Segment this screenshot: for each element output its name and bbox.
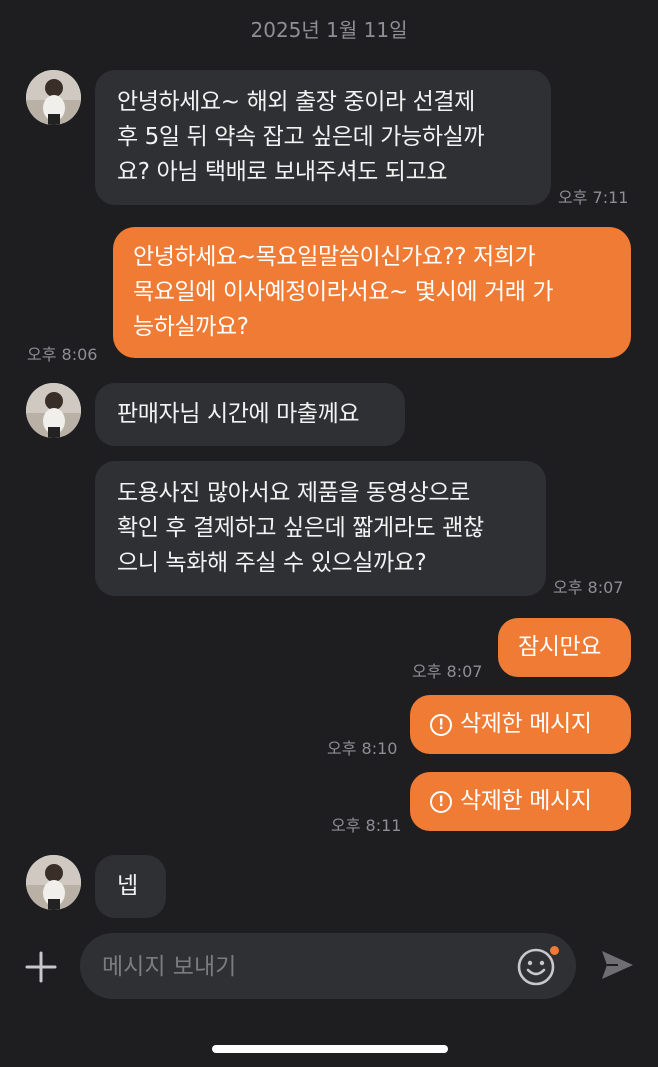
message-line: 목요일에 이사예정이라서요~ 몇시에 거래 가 [133, 279, 554, 305]
message-timestamp: 오후 8:11 [331, 816, 402, 835]
message-line: 삭제한 메시지 [460, 788, 592, 814]
exclamation-circle-icon: ! [430, 790, 452, 813]
seller-avatar[interactable] [26, 383, 81, 438]
deleted-message-bubble[interactable]: ! 삭제한 메시지 [410, 695, 631, 754]
message-timestamp: 오후 7:11 [558, 188, 629, 207]
avatar-photo [26, 70, 81, 125]
message-bubble-incoming[interactable]: 판매자님 시간에 마출께요 [95, 383, 405, 446]
message-line: 확인 후 결제하고 싶은데 짧게라도 괜찮 [117, 515, 484, 541]
deleted-message-bubble[interactable]: ! 삭제한 메시지 [410, 772, 631, 831]
seller-avatar[interactable] [26, 70, 81, 125]
message-line: 삭제한 메시지 [460, 711, 592, 737]
message-line: 으니 녹화해 주실 수 있으실까요? [117, 550, 427, 576]
message-line: 요? 아님 택배로 보내주셔도 되고요 [117, 159, 448, 185]
message-bubble-outgoing[interactable]: 안녕하세요~목요일말씀이신가요?? 저희가 목요일에 이사예정이라서요~ 몇시에… [113, 227, 631, 358]
message-bubble-incoming[interactable]: 도용사진 많아서요 제품을 동영상으로 확인 후 결제하고 싶은데 짧게라도 괜… [95, 461, 546, 596]
message-timestamp: 오후 8:06 [27, 345, 98, 364]
message-line: 판매자님 시간에 마출께요 [117, 401, 360, 427]
message-line: 능하실까요? [133, 314, 249, 340]
message-timestamp: 오후 8:10 [327, 739, 398, 758]
exclamation-circle-icon: ! [430, 713, 452, 736]
avatar-photo [26, 855, 81, 910]
plus-icon[interactable] [24, 950, 58, 984]
message-line: 잠시만요 [518, 634, 602, 660]
notification-dot [550, 946, 559, 955]
message-composer[interactable] [80, 933, 576, 999]
seller-avatar[interactable] [26, 855, 81, 910]
send-icon[interactable] [598, 946, 636, 984]
message-bubble-incoming[interactable]: 안녕하세요~ 해외 출장 중이라 선결제 후 5일 뒤 약속 잡고 싶은데 가능… [95, 70, 551, 205]
message-bubble-outgoing[interactable]: 잠시만요 [498, 618, 631, 677]
avatar-photo [26, 383, 81, 438]
message-line: 안녕하세요~목요일말씀이신가요?? 저희가 [133, 244, 536, 270]
message-line: 넵 [117, 873, 138, 899]
message-bubble-incoming[interactable]: 넵 [95, 855, 166, 918]
message-timestamp: 오후 8:07 [412, 662, 483, 681]
message-line: 도용사진 많아서요 제품을 동영상으로 [117, 480, 470, 506]
message-timestamp: 오후 8:07 [553, 578, 624, 597]
message-input[interactable] [100, 949, 504, 985]
date-header: 2025년 1월 11일 [250, 18, 408, 42]
home-indicator [212, 1045, 448, 1053]
message-line: 안녕하세요~ 해외 출장 중이라 선결제 [117, 89, 475, 115]
message-line: 후 5일 뒤 약속 잡고 싶은데 가능하실까 [117, 124, 485, 150]
